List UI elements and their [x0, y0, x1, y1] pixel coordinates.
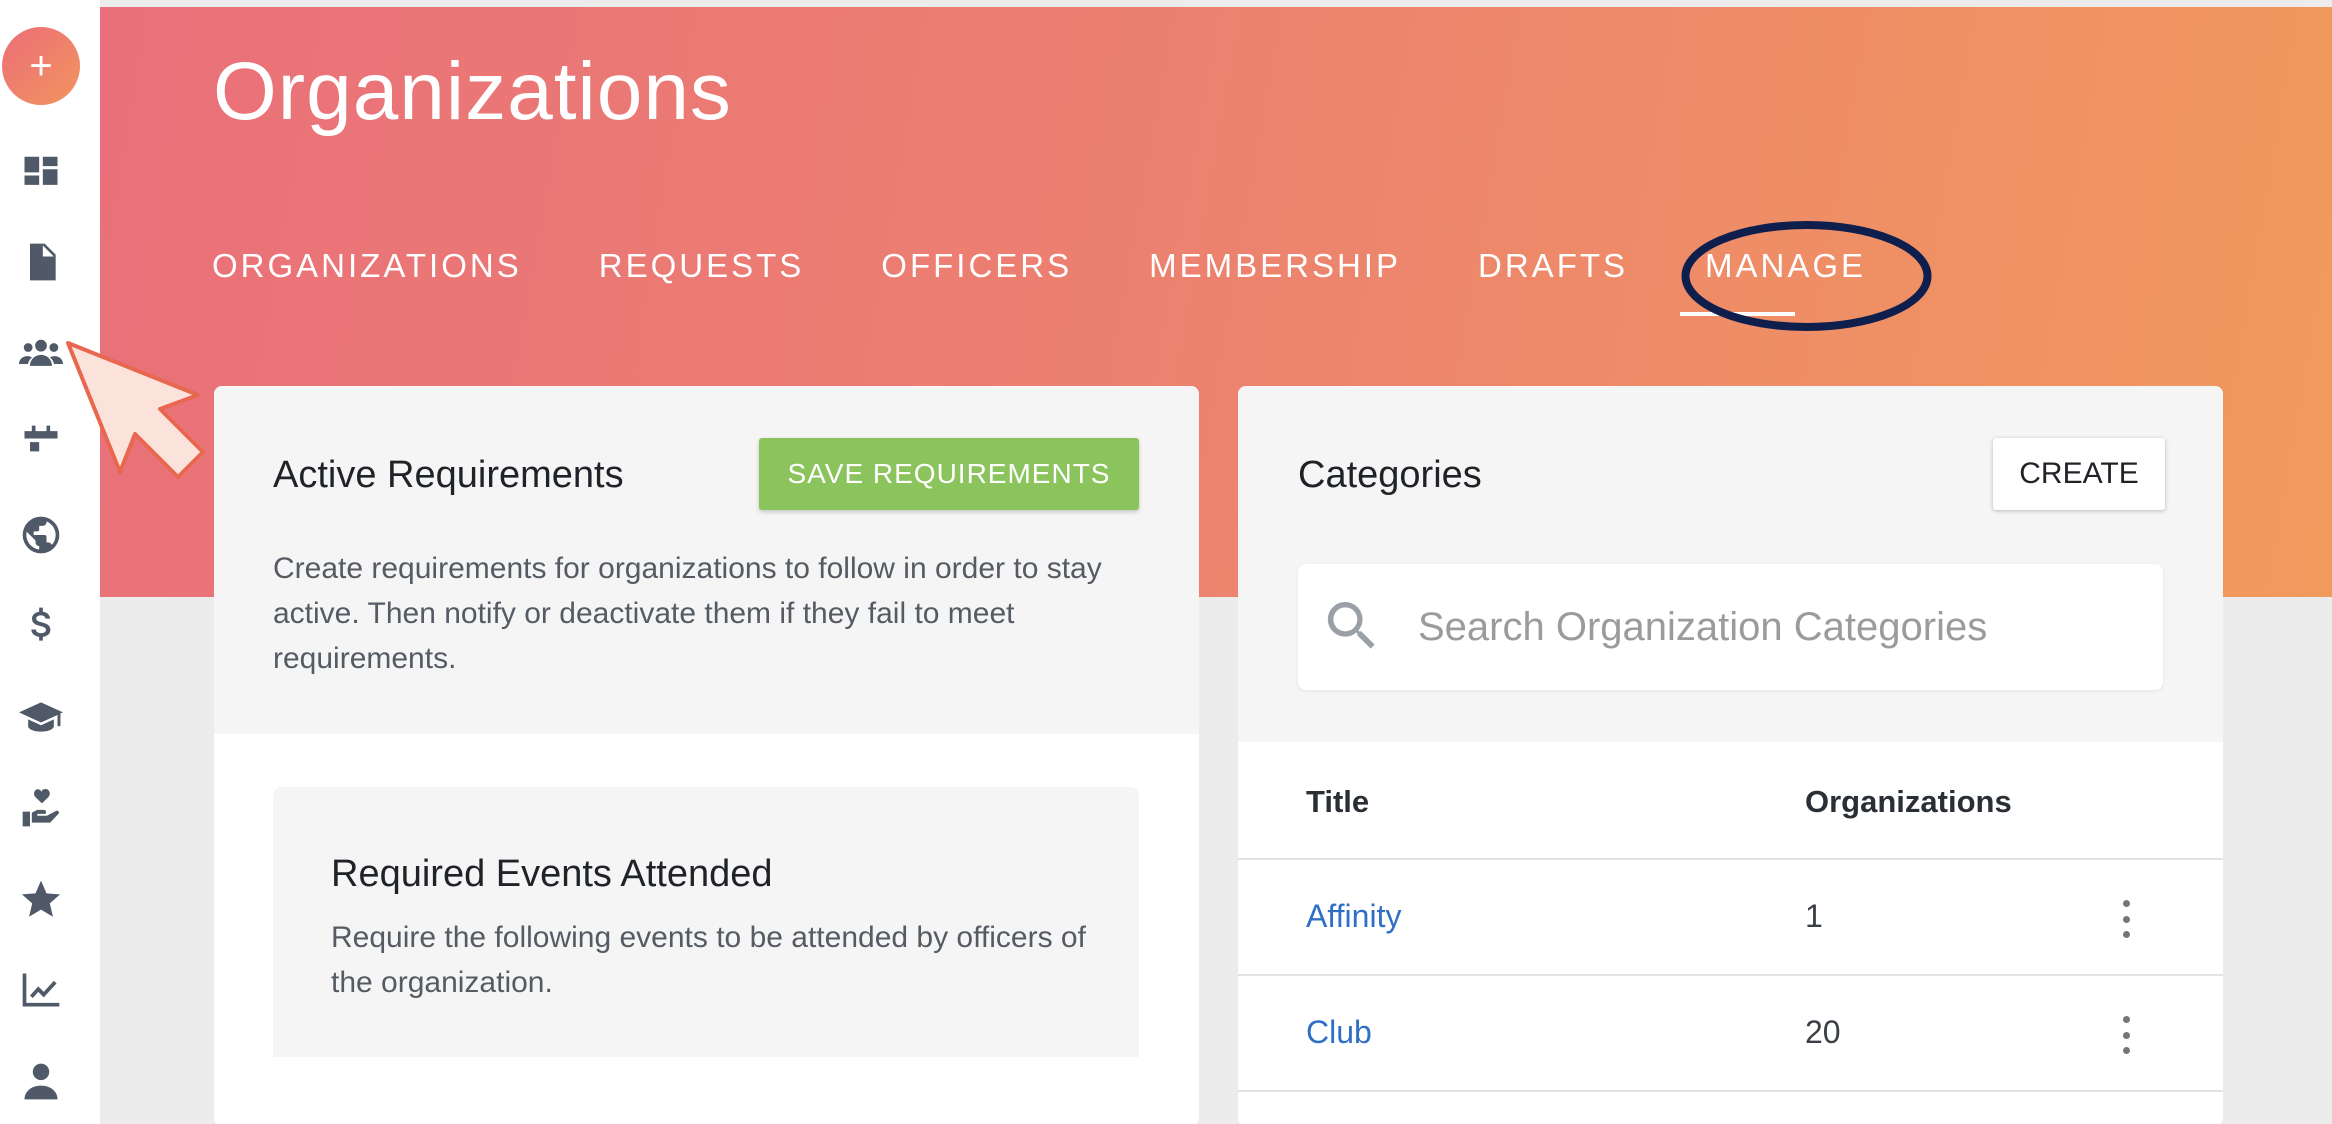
chart-icon — [22, 973, 60, 1007]
create-category-button[interactable]: CREATE — [1993, 438, 2165, 510]
search-icon — [1320, 594, 1384, 658]
person-icon — [24, 1063, 58, 1100]
dollar-icon — [31, 607, 51, 641]
categories-title: Categories — [1298, 454, 1482, 496]
star-icon — [21, 880, 61, 917]
required-events-title: Required Events Attended — [331, 853, 773, 895]
sidebar-item-favorites[interactable] — [10, 868, 72, 930]
sidebar-item-academics[interactable] — [10, 686, 72, 748]
tab-officers[interactable]: OFFICERS — [881, 247, 1072, 285]
categories-table-header: Title Organizations — [1238, 742, 2223, 860]
required-events-description: Require the following events to be atten… — [331, 921, 1086, 999]
more-options-icon[interactable] — [2116, 894, 2136, 944]
document-icon — [30, 243, 56, 281]
hand-heart-icon — [22, 789, 60, 827]
sidebar-item-dashboard[interactable] — [10, 140, 72, 202]
sidebar-item-global[interactable] — [10, 504, 72, 566]
category-link[interactable]: Affinity — [1306, 898, 1401, 935]
save-requirements-button[interactable]: SAVE REQUIREMENTS — [759, 438, 1139, 510]
column-title[interactable]: Title — [1306, 784, 1369, 820]
requirements-card-header: Active Requirements SAVE REQUIREMENTS Cr… — [214, 386, 1199, 734]
sidebar-item-analytics[interactable] — [10, 959, 72, 1021]
required-events-card: Required Events Attended Require the fol… — [273, 787, 1139, 1124]
sidebar: + — [0, 0, 100, 1124]
sidebar-item-profile[interactable] — [10, 1050, 72, 1112]
globe-icon — [22, 516, 60, 554]
organization-count: 1 — [1805, 898, 1823, 934]
requirements-title: Active Requirements — [273, 454, 624, 496]
sidebar-item-documents[interactable] — [10, 231, 72, 293]
requirements-description: Create requirements for organizations to… — [273, 552, 1102, 675]
plus-icon: + — [29, 44, 53, 88]
pointer-arrow-icon — [66, 341, 205, 479]
new-button[interactable]: + — [2, 27, 80, 105]
tab-membership[interactable]: MEMBERSHIP — [1149, 247, 1401, 285]
categories-card-header: Categories CREATE — [1238, 386, 2223, 742]
page-title: Organizations — [213, 46, 732, 137]
groups-icon — [19, 339, 63, 366]
category-link[interactable]: Club — [1306, 1014, 1372, 1051]
table-row: Affinity 1 — [1238, 860, 2223, 976]
tab-requests[interactable]: REQUESTS — [599, 247, 805, 285]
column-organizations[interactable]: Organizations — [1805, 784, 2012, 820]
categories-card: Categories CREATE Title Organizations Af… — [1238, 386, 2223, 1124]
category-search-input[interactable] — [1418, 584, 2138, 670]
required-events-body — [273, 1057, 1139, 1124]
category-search-box — [1298, 564, 2163, 690]
graduation-cap-icon — [19, 702, 63, 732]
more-options-icon[interactable] — [2116, 1010, 2136, 1060]
tab-drafts[interactable]: DRAFTS — [1478, 247, 1628, 285]
tab-organizations[interactable]: ORGANIZATIONS — [212, 247, 522, 285]
dashboard-icon — [24, 156, 58, 185]
sidebar-item-finance[interactable] — [10, 595, 72, 657]
organization-count: 20 — [1805, 1014, 1841, 1050]
highlight-ring — [1681, 221, 1932, 331]
calendar-icon — [24, 425, 58, 463]
table-row: Club 20 — [1238, 976, 2223, 1092]
sidebar-item-service[interactable] — [10, 777, 72, 839]
active-requirements-card: Active Requirements SAVE REQUIREMENTS Cr… — [214, 386, 1199, 1124]
